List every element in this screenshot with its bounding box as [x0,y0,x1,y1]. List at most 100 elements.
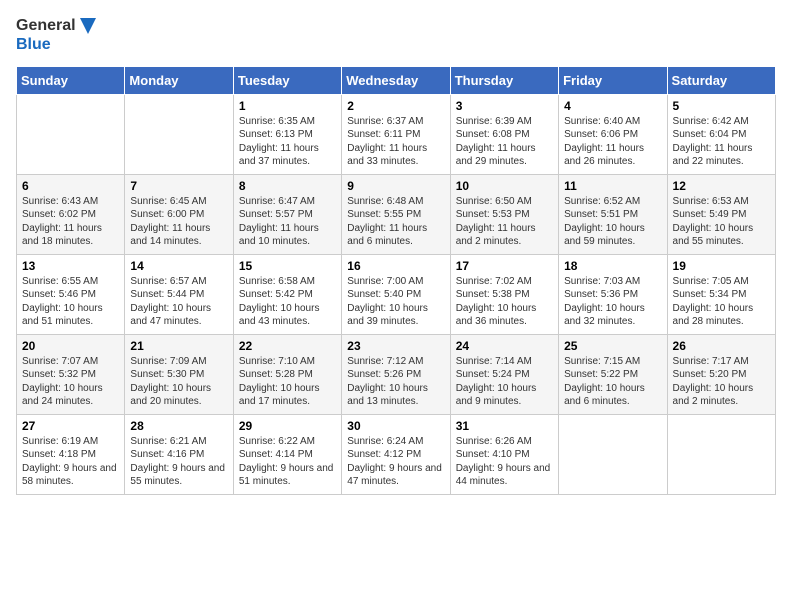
day-info: Sunrise: 6:21 AMSunset: 4:16 PMDaylight:… [130,435,227,489]
day-number: 31 [456,419,553,433]
day-cell [17,94,125,174]
day-cell: 28 Sunrise: 6:21 AMSunset: 4:16 PMDayligh… [125,414,233,494]
day-number: 4 [564,99,661,113]
day-cell: 14 Sunrise: 6:57 AMSunset: 5:44 PMDayligh… [125,254,233,334]
weekday-header-friday: Friday [559,66,667,94]
day-number: 17 [456,259,553,273]
day-cell: 24 Sunrise: 7:14 AMSunset: 5:24 PMDayligh… [450,334,558,414]
day-cell: 11Sunrise: 6:52 AMSunset: 5:51 PMDayligh… [559,174,667,254]
day-cell: 10 Sunrise: 6:50 AMSunset: 5:53 PMDayligh… [450,174,558,254]
day-info: Sunrise: 6:40 AMSunset: 6:06 PMDaylight:… [564,115,661,169]
day-info: Sunrise: 6:47 AMSunset: 5:57 PMDaylight:… [239,195,336,249]
day-number: 3 [456,99,553,113]
day-number: 22 [239,339,336,353]
day-number: 1 [239,99,336,113]
day-cell: 13 Sunrise: 6:55 AMSunset: 5:46 PMDayligh… [17,254,125,334]
day-cell: 25 Sunrise: 7:15 AMSunset: 5:22 PMDayligh… [559,334,667,414]
day-number: 28 [130,419,227,433]
page-header: General Blue [16,16,776,54]
day-cell: 31 Sunrise: 6:26 AMSunset: 4:10 PMDayligh… [450,414,558,494]
day-info: Sunrise: 6:26 AMSunset: 4:10 PMDaylight:… [456,435,553,489]
day-cell: 8 Sunrise: 6:47 AMSunset: 5:57 PMDaylight… [233,174,341,254]
day-number: 6 [22,179,119,193]
day-info: Sunrise: 6:50 AMSunset: 5:53 PMDaylight:… [456,195,553,249]
day-cell [125,94,233,174]
weekday-header-row: SundayMondayTuesdayWednesdayThursdayFrid… [17,66,776,94]
day-info: Sunrise: 6:42 AMSunset: 6:04 PMDaylight:… [673,115,770,169]
day-cell: 30Sunrise: 6:24 AMSunset: 4:12 PMDayligh… [342,414,450,494]
day-info: Sunrise: 6:35 AMSunset: 6:13 PMDaylight:… [239,115,336,169]
day-cell: 2Sunrise: 6:37 AMSunset: 6:11 PMDaylight… [342,94,450,174]
day-number: 26 [673,339,770,353]
day-cell: 16Sunrise: 7:00 AMSunset: 5:40 PMDayligh… [342,254,450,334]
day-number: 23 [347,339,444,353]
day-cell: 18 Sunrise: 7:03 AMSunset: 5:36 PMDayligh… [559,254,667,334]
day-info: Sunrise: 6:57 AMSunset: 5:44 PMDaylight:… [130,275,227,329]
day-info: Sunrise: 7:10 AMSunset: 5:28 PMDaylight:… [239,355,336,409]
day-info: Sunrise: 6:43 AMSunset: 6:02 PMDaylight:… [22,195,119,249]
day-info: Sunrise: 7:03 AMSunset: 5:36 PMDaylight:… [564,275,661,329]
day-number: 27 [22,419,119,433]
logo: General Blue [16,16,98,54]
day-cell [559,414,667,494]
day-number: 5 [673,99,770,113]
day-info: Sunrise: 6:19 AMSunset: 4:18 PMDaylight:… [22,435,119,489]
weekday-header-thursday: Thursday [450,66,558,94]
day-info: Sunrise: 6:37 AMSunset: 6:11 PMDaylight:… [347,115,444,169]
day-number: 21 [130,339,227,353]
logo-container: General Blue [16,16,98,54]
day-info: Sunrise: 7:12 AMSunset: 5:26 PMDaylight:… [347,355,444,409]
day-number: 13 [22,259,119,273]
day-info: Sunrise: 7:15 AMSunset: 5:22 PMDaylight:… [564,355,661,409]
day-info: Sunrise: 6:39 AMSunset: 6:08 PMDaylight:… [456,115,553,169]
day-number: 19 [673,259,770,273]
day-number: 18 [564,259,661,273]
day-cell: 27 Sunrise: 6:19 AMSunset: 4:18 PMDayligh… [17,414,125,494]
day-number: 7 [130,179,227,193]
day-cell: 3 Sunrise: 6:39 AMSunset: 6:08 PMDaylight… [450,94,558,174]
day-info: Sunrise: 7:17 AMSunset: 5:20 PMDaylight:… [673,355,770,409]
week-row-2: 6 Sunrise: 6:43 AMSunset: 6:02 PMDaylight… [17,174,776,254]
weekday-header-sunday: Sunday [17,66,125,94]
day-cell: 15Sunrise: 6:58 AMSunset: 5:42 PMDayligh… [233,254,341,334]
day-info: Sunrise: 7:00 AMSunset: 5:40 PMDaylight:… [347,275,444,329]
day-info: Sunrise: 6:58 AMSunset: 5:42 PMDaylight:… [239,275,336,329]
week-row-4: 20 Sunrise: 7:07 AMSunset: 5:32 PMDayligh… [17,334,776,414]
day-cell: 4 Sunrise: 6:40 AMSunset: 6:06 PMDaylight… [559,94,667,174]
day-cell: 9 Sunrise: 6:48 AMSunset: 5:55 PMDaylight… [342,174,450,254]
day-cell: 7Sunrise: 6:45 AMSunset: 6:00 PMDaylight… [125,174,233,254]
day-info: Sunrise: 6:48 AMSunset: 5:55 PMDaylight:… [347,195,444,249]
day-cell [667,414,775,494]
day-info: Sunrise: 7:09 AMSunset: 5:30 PMDaylight:… [130,355,227,409]
day-cell: 22 Sunrise: 7:10 AMSunset: 5:28 PMDayligh… [233,334,341,414]
day-cell: 23 Sunrise: 7:12 AMSunset: 5:26 PMDayligh… [342,334,450,414]
day-number: 24 [456,339,553,353]
day-cell: 1 Sunrise: 6:35 AMSunset: 6:13 PMDaylight… [233,94,341,174]
day-cell: 21 Sunrise: 7:09 AMSunset: 5:30 PMDayligh… [125,334,233,414]
day-info: Sunrise: 6:55 AMSunset: 5:46 PMDaylight:… [22,275,119,329]
weekday-header-monday: Monday [125,66,233,94]
day-cell: 20 Sunrise: 7:07 AMSunset: 5:32 PMDayligh… [17,334,125,414]
calendar-table: SundayMondayTuesdayWednesdayThursdayFrid… [16,66,776,495]
day-info: Sunrise: 6:52 AMSunset: 5:51 PMDaylight:… [564,195,661,249]
weekday-header-wednesday: Wednesday [342,66,450,94]
day-cell: 5 Sunrise: 6:42 AMSunset: 6:04 PMDaylight… [667,94,775,174]
week-row-3: 13 Sunrise: 6:55 AMSunset: 5:46 PMDayligh… [17,254,776,334]
day-number: 9 [347,179,444,193]
day-info: Sunrise: 7:07 AMSunset: 5:32 PMDaylight:… [22,355,119,409]
day-info: Sunrise: 6:22 AMSunset: 4:14 PMDaylight:… [239,435,336,489]
day-number: 25 [564,339,661,353]
day-number: 14 [130,259,227,273]
day-info: Sunrise: 6:24 AMSunset: 4:12 PMDaylight:… [347,435,444,489]
day-cell: 29 Sunrise: 6:22 AMSunset: 4:14 PMDayligh… [233,414,341,494]
day-number: 20 [22,339,119,353]
day-number: 10 [456,179,553,193]
day-cell: 6 Sunrise: 6:43 AMSunset: 6:02 PMDaylight… [17,174,125,254]
day-info: Sunrise: 7:14 AMSunset: 5:24 PMDaylight:… [456,355,553,409]
day-info: Sunrise: 6:53 AMSunset: 5:49 PMDaylight:… [673,195,770,249]
weekday-header-tuesday: Tuesday [233,66,341,94]
day-cell: 12Sunrise: 6:53 AMSunset: 5:49 PMDayligh… [667,174,775,254]
day-info: Sunrise: 7:02 AMSunset: 5:38 PMDaylight:… [456,275,553,329]
day-number: 29 [239,419,336,433]
day-number: 8 [239,179,336,193]
